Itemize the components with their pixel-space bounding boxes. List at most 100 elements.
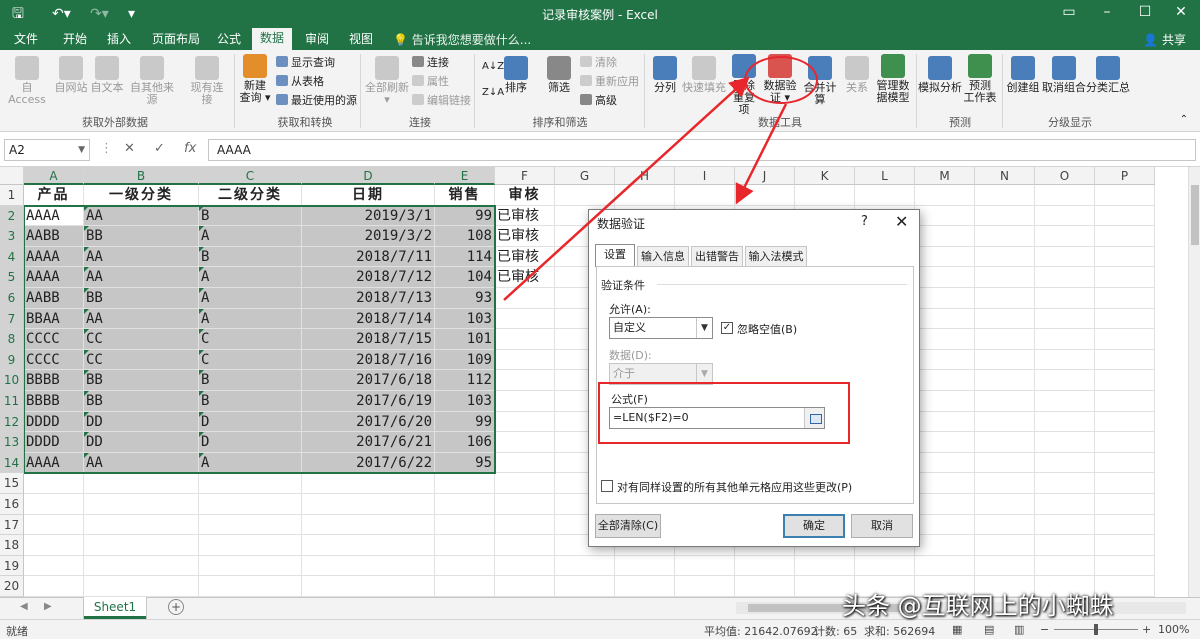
cell[interactable] — [915, 452, 975, 474]
from-access-button[interactable]: 自 Access — [4, 56, 50, 106]
cell[interactable] — [1035, 411, 1095, 433]
cell[interactable] — [915, 494, 975, 515]
edit-links-button[interactable]: 编辑链接 — [412, 94, 471, 108]
sheet-next-icon[interactable]: ▶ — [44, 601, 52, 612]
cell[interactable] — [495, 288, 555, 309]
cell[interactable]: BBBB — [24, 370, 84, 391]
header-cell[interactable]: 日期 — [302, 185, 435, 206]
row-header[interactable]: 6 — [0, 288, 24, 309]
row-header[interactable]: 10 — [0, 370, 24, 391]
cell[interactable]: DD — [84, 411, 199, 433]
cell[interactable] — [1035, 452, 1095, 474]
cell[interactable] — [975, 205, 1035, 227]
sort-button[interactable]: 排序 — [502, 56, 530, 94]
cell[interactable]: 104 — [435, 267, 495, 288]
tab-input-message[interactable]: 输入信息 — [637, 246, 689, 266]
row-header[interactable]: 1 — [0, 185, 24, 206]
cell[interactable] — [795, 555, 855, 577]
cell[interactable]: 99 — [435, 411, 495, 433]
insert-function-icon[interactable]: fx — [184, 141, 196, 156]
cell[interactable] — [199, 576, 302, 597]
column-header-m[interactable]: M — [915, 167, 975, 185]
from-web-button[interactable]: 自网站 — [54, 56, 88, 94]
allow-select[interactable]: 自定义 ▼ — [609, 317, 713, 339]
close-icon[interactable]: ✕ — [1166, 4, 1196, 20]
cell[interactable]: BBAA — [24, 308, 84, 330]
cell[interactable] — [1035, 246, 1095, 268]
tab-file[interactable]: 文件 — [14, 31, 38, 47]
header-cell[interactable] — [735, 185, 795, 206]
tab-error-alert[interactable]: 出错警告 — [691, 246, 743, 266]
column-header-p[interactable]: P — [1095, 167, 1155, 185]
connections-button[interactable]: 连接 — [412, 56, 449, 70]
column-header-c[interactable]: C — [199, 167, 302, 185]
formula-input[interactable]: AAAA — [208, 139, 1196, 161]
column-header-h[interactable]: H — [615, 167, 675, 185]
cell[interactable]: AA — [84, 452, 199, 474]
cell[interactable] — [915, 205, 975, 227]
clear-all-button[interactable]: 全部清除(C) — [595, 514, 661, 538]
column-header-a[interactable]: A — [24, 167, 84, 185]
cell[interactable]: 109 — [435, 349, 495, 371]
cell[interactable] — [915, 370, 975, 391]
cell[interactable] — [975, 494, 1035, 515]
flash-fill-button[interactable]: 快速填充 — [682, 56, 726, 94]
cell[interactable] — [84, 494, 199, 515]
cell[interactable] — [495, 411, 555, 433]
cell[interactable] — [435, 473, 495, 494]
cell[interactable] — [1095, 555, 1155, 577]
cell[interactable]: B — [199, 391, 302, 412]
cell[interactable] — [615, 555, 675, 577]
cell[interactable]: 2019/3/1 — [302, 205, 435, 227]
show-queries-button[interactable]: 显示查询 — [276, 56, 335, 70]
cell[interactable]: 已审核 — [495, 226, 555, 247]
cell[interactable]: 已审核 — [495, 267, 555, 288]
select-all-corner[interactable] — [0, 167, 24, 185]
sheet-prev-icon[interactable]: ◀ — [20, 601, 28, 612]
cell[interactable] — [975, 514, 1035, 536]
header-cell[interactable] — [675, 185, 735, 206]
cell[interactable]: AA — [84, 246, 199, 268]
column-header-j[interactable]: J — [735, 167, 795, 185]
cell[interactable] — [495, 329, 555, 350]
cell[interactable] — [1035, 205, 1095, 227]
cell[interactable]: CC — [84, 349, 199, 371]
cell[interactable] — [915, 226, 975, 247]
cell[interactable] — [975, 288, 1035, 309]
header-cell[interactable]: 审核 — [495, 185, 555, 206]
new-query-button[interactable]: 新建 查询 ▾ — [238, 54, 272, 104]
cell[interactable] — [975, 555, 1035, 577]
tab-ime-mode[interactable]: 输入法模式 — [745, 246, 807, 266]
cell[interactable]: D — [199, 432, 302, 453]
cell[interactable]: 2019/3/2 — [302, 226, 435, 247]
row-header[interactable]: 2 — [0, 205, 24, 227]
cell[interactable] — [975, 432, 1035, 453]
cell[interactable] — [199, 535, 302, 556]
tab-home[interactable]: 开始 — [63, 31, 87, 47]
cell[interactable] — [1035, 226, 1095, 247]
cell[interactable]: 112 — [435, 370, 495, 391]
manage-data-model-button[interactable]: 管理数 据模型 — [874, 54, 912, 104]
cell[interactable] — [495, 452, 555, 474]
cell[interactable]: 93 — [435, 288, 495, 309]
row-header[interactable]: 3 — [0, 226, 24, 247]
cell[interactable] — [1095, 226, 1155, 247]
forecast-sheet-button[interactable]: 预测 工作表 — [962, 54, 998, 104]
cell[interactable] — [302, 555, 435, 577]
cell[interactable]: AA — [84, 308, 199, 330]
header-cell[interactable]: 产品 — [24, 185, 84, 206]
cell[interactable] — [735, 555, 795, 577]
header-cell[interactable] — [795, 185, 855, 206]
cell[interactable] — [675, 576, 735, 597]
cell[interactable]: AA — [84, 267, 199, 288]
column-header-b[interactable]: B — [84, 167, 199, 185]
cell[interactable] — [199, 514, 302, 536]
column-header-g[interactable]: G — [555, 167, 615, 185]
cell[interactable] — [1095, 370, 1155, 391]
header-cell[interactable]: 一级分类 — [84, 185, 199, 206]
cell[interactable]: D — [199, 411, 302, 433]
cell[interactable]: A — [199, 267, 302, 288]
cell[interactable] — [1035, 267, 1095, 288]
cell[interactable]: AAAA — [24, 246, 84, 268]
row-header[interactable]: 5 — [0, 267, 24, 288]
